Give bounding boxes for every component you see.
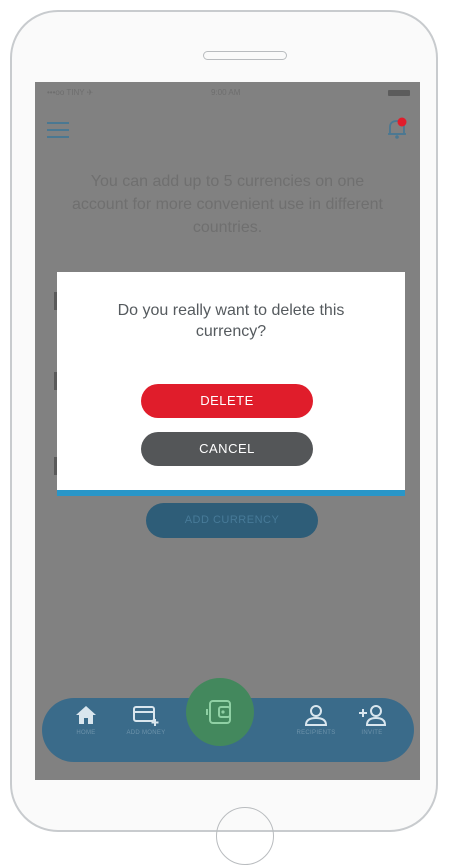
tab-home-label: HOME [76,730,96,736]
menu-icon[interactable] [47,122,69,138]
cancel-button[interactable]: CANCEL [141,432,313,466]
tab-home[interactable]: HOME [56,704,116,756]
tab-add-money-label: ADD MONEY [126,730,166,736]
notification-bell-icon[interactable] [386,116,408,140]
wallet-icon [206,700,231,724]
home-icon [76,706,96,724]
battery-icon [388,90,410,96]
invite-icon [359,705,387,726]
tab-recipients[interactable]: RECIPIENTS [286,704,346,756]
status-carrier: •••oo TINY ✈ [47,88,94,97]
phone-home-button[interactable] [216,807,274,865]
recipients-icon [304,705,328,726]
phone-speaker [203,51,287,60]
add-currency-button[interactable]: ADD CURRENCY [146,503,318,538]
delete-button[interactable]: DELETE [141,384,313,418]
wallet-button[interactable] [186,678,254,746]
info-text: You can add up to 5 currencies on one ac… [72,173,383,236]
add-money-icon [133,706,159,726]
tab-invite[interactable]: INVITE [342,704,402,756]
tab-recipients-label: RECIPIENTS [296,730,336,736]
status-bar: •••oo TINY ✈ 9:00 AM [35,82,420,104]
dialog-accent-bar [57,490,405,496]
app-screen: •••oo TINY ✈ 9:00 AM You can add up to 5… [35,82,420,780]
delete-confirmation-dialog: Do you really want to delete this curren… [57,272,405,496]
tab-add-money[interactable]: ADD MONEY [116,704,176,756]
tab-invite-label: INVITE [361,730,383,736]
dialog-message: Do you really want to delete this curren… [117,302,345,340]
status-time: 9:00 AM [211,88,241,97]
